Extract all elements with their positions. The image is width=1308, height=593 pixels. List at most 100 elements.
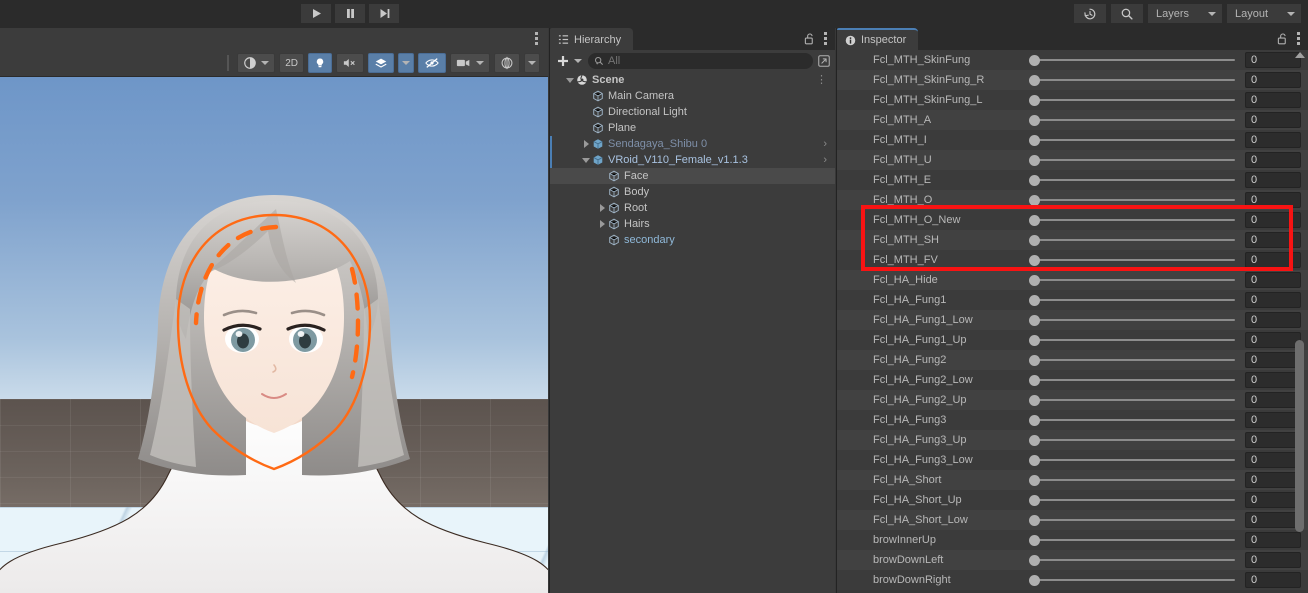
tab-hierarchy[interactable]: Hierarchy <box>550 28 634 50</box>
blendshape-row[interactable]: Fcl_HA_Short 0 <box>837 470 1308 490</box>
hierarchy-tree[interactable]: Scene ⋮ Main Camera Directional Light Plane S… <box>550 72 835 593</box>
blendshape-property-list[interactable]: Fcl_MTH_SkinFung 0 Fcl_MTH_SkinFung_R 0 Fcl_… <box>837 50 1308 593</box>
blendshape-slider[interactable] <box>1029 132 1237 148</box>
blendshape-slider[interactable] <box>1029 552 1237 568</box>
slider-handle[interactable] <box>1029 475 1040 486</box>
blendshape-slider[interactable] <box>1029 112 1237 128</box>
blendshape-slider[interactable] <box>1029 332 1237 348</box>
blendshape-row[interactable]: Fcl_HA_Fung3_Low 0 <box>837 450 1308 470</box>
blendshape-slider[interactable] <box>1029 532 1237 548</box>
blendshape-slider[interactable] <box>1029 492 1237 508</box>
audio-toggle-button[interactable] <box>336 53 364 73</box>
blendshape-row[interactable]: Fcl_HA_Fung3 0 <box>837 410 1308 430</box>
lock-open-icon[interactable] <box>804 32 815 45</box>
blendshape-row[interactable]: Fcl_MTH_SkinFung 0 <box>837 50 1308 70</box>
slider-handle[interactable] <box>1029 115 1040 126</box>
gizmos-toggle-button[interactable] <box>494 53 520 73</box>
blendshape-row[interactable]: Fcl_HA_Fung2_Up 0 <box>837 390 1308 410</box>
slider-handle[interactable] <box>1029 575 1040 586</box>
effects-dropdown-button[interactable] <box>398 53 414 73</box>
blendshape-row[interactable]: Fcl_HA_Short_Up 0 <box>837 490 1308 510</box>
hierarchy-item-main-camera[interactable]: Main Camera <box>550 88 835 104</box>
hierarchy-item-secondary[interactable]: secondary <box>550 232 835 248</box>
blendshape-row[interactable]: browInnerUp 0 <box>837 530 1308 550</box>
blendshape-slider[interactable] <box>1029 432 1237 448</box>
slider-handle[interactable] <box>1029 375 1040 386</box>
step-button[interactable] <box>368 3 400 24</box>
slider-handle[interactable] <box>1029 135 1040 146</box>
expand-toggle-icon[interactable] <box>580 140 592 148</box>
blendshape-slider[interactable] <box>1029 472 1237 488</box>
blendshape-slider[interactable] <box>1029 232 1237 248</box>
blendshape-slider[interactable] <box>1029 52 1237 68</box>
scene-viewport[interactable] <box>0 76 548 593</box>
shading-mode-button[interactable] <box>237 53 276 73</box>
blendshape-row[interactable]: Fcl_MTH_E 0 <box>837 170 1308 190</box>
chevron-right-icon[interactable]: › <box>823 138 827 150</box>
slider-handle[interactable] <box>1029 155 1040 166</box>
blendshape-slider[interactable] <box>1029 212 1237 228</box>
inspector-menu-icon[interactable] <box>1297 32 1300 45</box>
lock-open-icon[interactable] <box>1277 32 1288 45</box>
blendshape-row[interactable]: Fcl_HA_Fung1_Up 0 <box>837 330 1308 350</box>
blendshape-slider[interactable] <box>1029 292 1237 308</box>
blendshape-row[interactable]: Fcl_HA_Fung1_Low 0 <box>837 310 1308 330</box>
tab-inspector[interactable]: Inspector <box>837 28 919 50</box>
blendshape-row[interactable]: Fcl_MTH_FV 0 <box>837 250 1308 270</box>
blendshape-slider[interactable] <box>1029 412 1237 428</box>
inspector-scrollbar[interactable] <box>1293 50 1306 593</box>
hierarchy-item-body[interactable]: Body <box>550 184 835 200</box>
slider-handle[interactable] <box>1029 355 1040 366</box>
blendshape-slider[interactable] <box>1029 272 1237 288</box>
toggle-2d-button[interactable]: 2D <box>279 53 304 73</box>
blendshape-row[interactable]: Fcl_MTH_I 0 <box>837 130 1308 150</box>
slider-handle[interactable] <box>1029 415 1040 426</box>
blendshape-slider[interactable] <box>1029 152 1237 168</box>
hierarchy-item-face[interactable]: Face <box>550 168 835 184</box>
slider-handle[interactable] <box>1029 315 1040 326</box>
expand-toggle-icon[interactable] <box>596 220 608 228</box>
hidden-objects-toggle-button[interactable] <box>418 53 446 73</box>
blendshape-row[interactable]: Fcl_MTH_O_New 0 <box>837 210 1308 230</box>
hierarchy-item-directional-light[interactable]: Directional Light <box>550 104 835 120</box>
blendshape-slider[interactable] <box>1029 372 1237 388</box>
blendshape-row[interactable]: Fcl_HA_Hide 0 <box>837 270 1308 290</box>
hierarchy-search-field[interactable] <box>588 53 813 69</box>
blendshape-slider[interactable] <box>1029 312 1237 328</box>
slider-handle[interactable] <box>1029 455 1040 466</box>
slider-handle[interactable] <box>1029 495 1040 506</box>
slider-handle[interactable] <box>1029 515 1040 526</box>
hierarchy-menu-icon[interactable] <box>824 32 827 45</box>
hierarchy-item-sendagaya-shibu-0[interactable]: Sendagaya_Shibu 0 › <box>550 136 835 152</box>
blendshape-row[interactable]: Fcl_HA_Fung3_Up 0 <box>837 430 1308 450</box>
blendshape-slider[interactable] <box>1029 172 1237 188</box>
blendshape-row[interactable]: Fcl_HA_Fung1 0 <box>837 290 1308 310</box>
blendshape-row[interactable]: browDownRight 0 <box>837 570 1308 590</box>
open-window-icon[interactable] <box>817 54 831 68</box>
blendshape-row[interactable]: Fcl_MTH_U 0 <box>837 150 1308 170</box>
slider-handle[interactable] <box>1029 95 1040 106</box>
search-icon[interactable] <box>1110 3 1144 24</box>
chevron-right-icon[interactable]: › <box>823 154 827 166</box>
blendshape-slider[interactable] <box>1029 352 1237 368</box>
blendshape-slider[interactable] <box>1029 392 1237 408</box>
blendshape-slider[interactable] <box>1029 92 1237 108</box>
hierarchy-item-plane[interactable]: Plane <box>550 120 835 136</box>
scene-menu-icon[interactable] <box>535 32 538 45</box>
blendshape-row[interactable]: Fcl_HA_Fung2_Low 0 <box>837 370 1308 390</box>
play-button[interactable] <box>300 3 332 24</box>
blendshape-slider[interactable] <box>1029 452 1237 468</box>
slider-handle[interactable] <box>1029 255 1040 266</box>
slider-handle[interactable] <box>1029 75 1040 86</box>
hierarchy-item-vroid-v110-female-v1-1-3[interactable]: VRoid_V110_Female_v1.1.3 › <box>550 152 835 168</box>
slider-handle[interactable] <box>1029 555 1040 566</box>
layers-dropdown[interactable]: Layers <box>1147 3 1223 24</box>
add-gameobject-button[interactable] <box>554 54 584 68</box>
blendshape-row[interactable]: Fcl_MTH_SkinFung_L 0 <box>837 90 1308 110</box>
blendshape-slider[interactable] <box>1029 192 1237 208</box>
blendshape-slider[interactable] <box>1029 252 1237 268</box>
slider-handle[interactable] <box>1029 535 1040 546</box>
blendshape-row[interactable]: browDownLeft 0 <box>837 550 1308 570</box>
expand-toggle-icon[interactable] <box>564 77 576 83</box>
slider-handle[interactable] <box>1029 335 1040 346</box>
